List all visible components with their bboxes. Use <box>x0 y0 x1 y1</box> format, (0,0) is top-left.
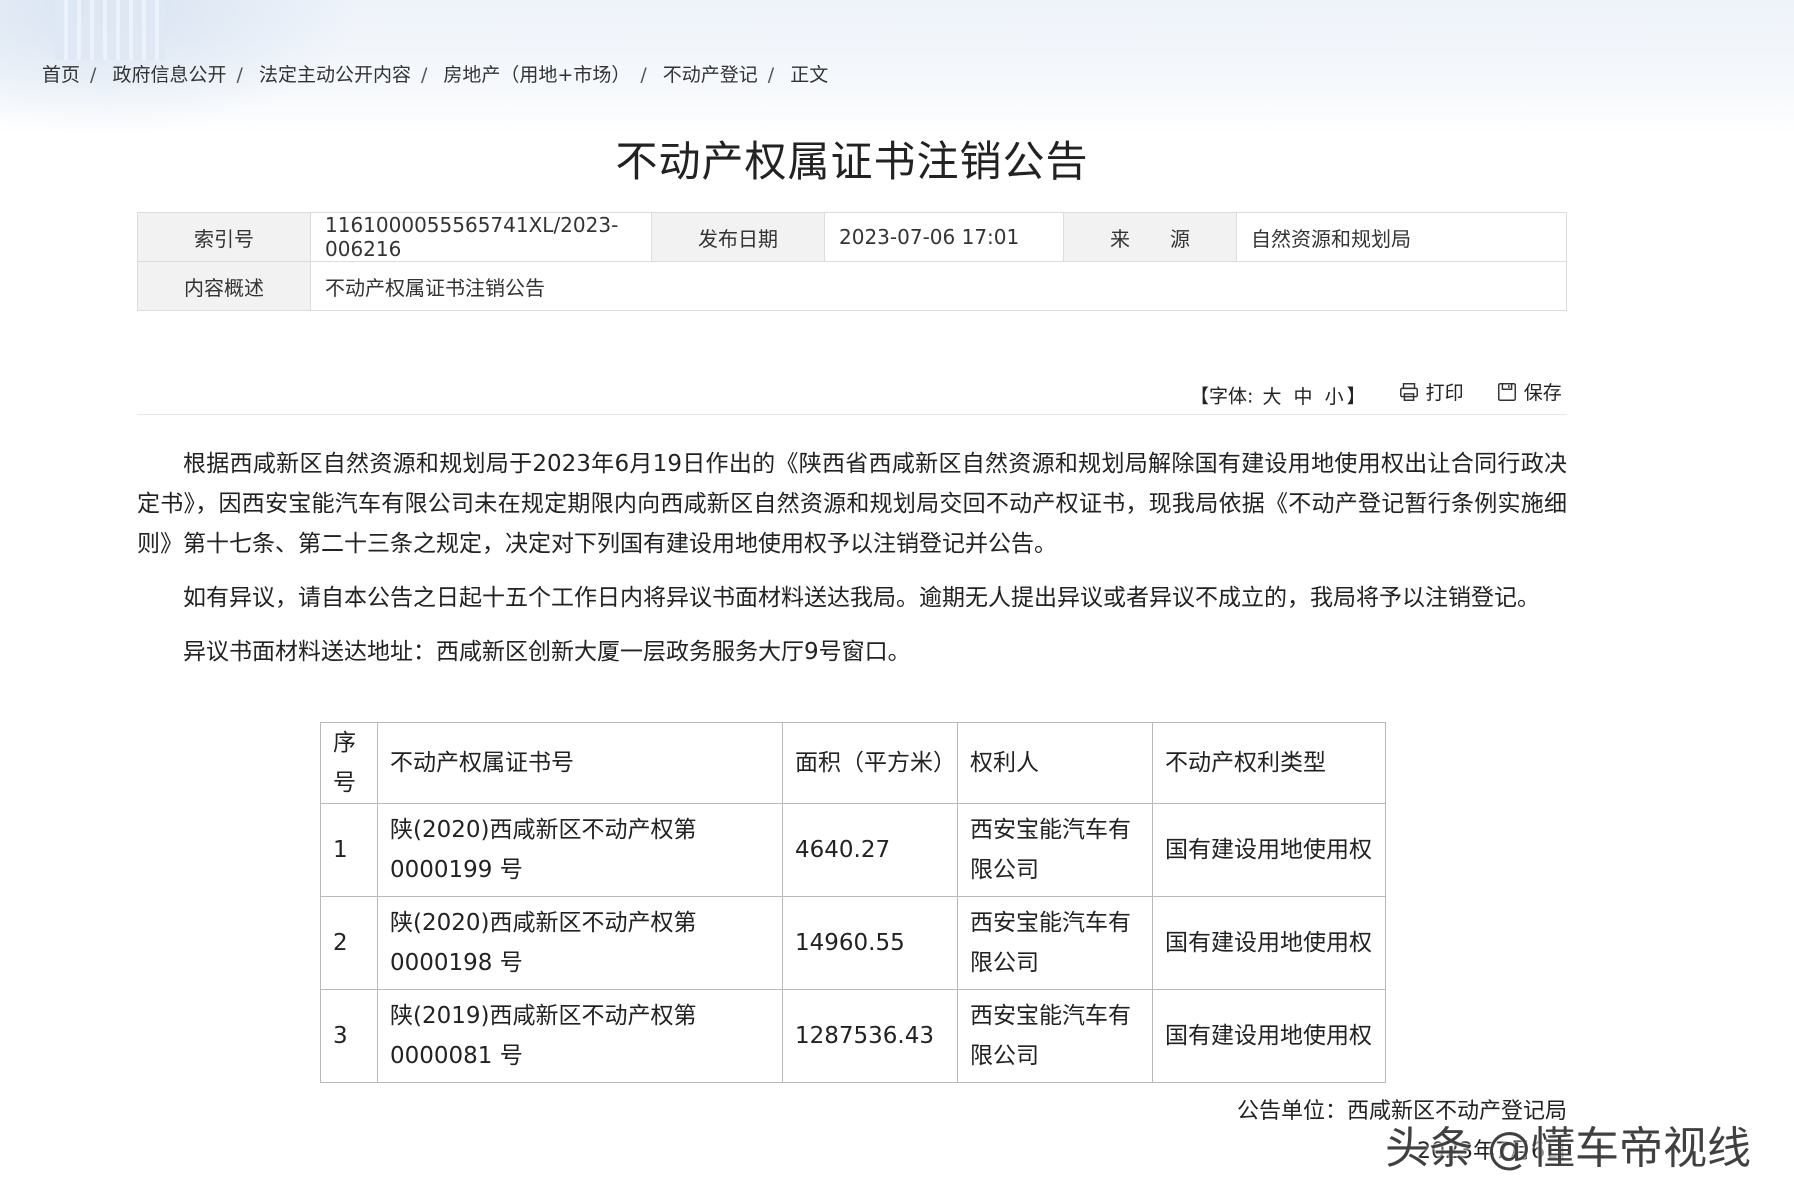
cell-seq: 2 <box>320 896 378 990</box>
summary-value: 不动产权属证书注销公告 <box>310 261 1567 311</box>
cell-owner: 西安宝能汽车有限公司 <box>957 803 1153 897</box>
breadcrumb-home[interactable]: 首页 <box>42 64 80 86</box>
cell-seq: 3 <box>320 989 378 1083</box>
cell-owner: 西安宝能汽车有限公司 <box>957 896 1153 990</box>
cell-area: 1287536.43 <box>782 989 958 1083</box>
page-title: 不动产权属证书注销公告 <box>615 137 1089 186</box>
table-row: 3 陕(2019)西咸新区不动产权第0000081 号 1287536.43 西… <box>320 989 1386 1083</box>
print-button[interactable]: 打印 <box>1398 378 1464 405</box>
cell-owner: 西安宝能汽车有限公司 <box>957 989 1153 1083</box>
summary-label: 内容概述 <box>137 261 311 311</box>
index-value: 1161000055565741XL/2023-006216 <box>310 212 652 262</box>
print-label: 打印 <box>1425 382 1464 404</box>
save-button[interactable]: 保存 <box>1496 378 1562 405</box>
source-label: 来 源 <box>1063 212 1237 262</box>
header-seq: 序号 <box>320 722 378 804</box>
table-header-row: 序号 不动产权属证书号 面积（平方米） 权利人 不动产权利类型 <box>320 722 1386 804</box>
breadcrumb-legal-content[interactable]: 法定主动公开内容 <box>259 64 411 86</box>
table-row: 1 陕(2020)西咸新区不动产权第0000199 号 4640.27 西安宝能… <box>320 803 1386 897</box>
breadcrumb-current: 正文 <box>790 64 829 86</box>
meta-row: 内容概述 不动产权属证书注销公告 <box>137 261 1567 311</box>
paragraph-objection: 如有异议，请自本公告之日起十五个工作日内将异议书面材料送达我局。逾期无人提出异议… <box>183 585 1540 611</box>
meta-table: 索引号 1161000055565741XL/2023-006216 发布日期 … <box>137 212 1567 311</box>
font-size-medium[interactable]: 中 <box>1294 386 1313 408</box>
date-label: 发布日期 <box>651 212 825 262</box>
cell-right-type: 国有建设用地使用权 <box>1152 896 1386 990</box>
breadcrumb-registration[interactable]: 不动产登记 <box>663 64 758 86</box>
header-area: 面积（平方米） <box>782 722 958 804</box>
article-body: 根据西咸新区自然资源和规划局于2023年6月19日作出的《陕西省西咸新区自然资源… <box>137 444 1567 686</box>
save-icon <box>1497 382 1516 401</box>
header-cert-no: 不动产权属证书号 <box>377 722 783 804</box>
breadcrumb-gov-info[interactable]: 政府信息公开 <box>112 64 226 86</box>
font-size-label: 【字体: <box>1190 385 1254 408</box>
date-value: 2023-07-06 17:01 <box>824 212 1064 262</box>
certificate-table: 序号 不动产权属证书号 面积（平方米） 权利人 不动产权利类型 1 陕(2020… <box>320 722 1386 1083</box>
cell-cert-no: 陕(2019)西咸新区不动产权第0000081 号 <box>377 989 783 1083</box>
font-size-large[interactable]: 大 <box>1262 386 1281 408</box>
header-right-type: 不动产权利类型 <box>1152 722 1386 804</box>
article-toolbar: 【字体: 大 中 小】 打印 保存 <box>1190 378 1562 409</box>
cell-area: 4640.27 <box>782 803 958 897</box>
cell-cert-no: 陕(2020)西咸新区不动产权第0000198 号 <box>377 896 783 990</box>
paragraph-address: 异议书面材料送达地址：西咸新区创新大厦一层政务服务大厅9号窗口。 <box>183 639 911 665</box>
paragraph-basis: 根据西咸新区自然资源和规划局于2023年6月19日作出的《陕西省西咸新区自然资源… <box>137 451 1567 557</box>
cell-area: 14960.55 <box>782 896 958 990</box>
cell-right-type: 国有建设用地使用权 <box>1152 803 1386 897</box>
font-size-close: 】 <box>1346 385 1366 408</box>
header-owner: 权利人 <box>957 722 1153 804</box>
watermark: 头条 @懂车帝视线 <box>1385 1123 1751 1174</box>
source-value: 自然资源和规划局 <box>1236 212 1567 262</box>
divider <box>137 414 1567 415</box>
meta-row: 索引号 1161000055565741XL/2023-006216 发布日期 … <box>137 212 1567 262</box>
table-row: 2 陕(2020)西咸新区不动产权第0000198 号 14960.55 西安宝… <box>320 896 1386 990</box>
breadcrumb-real-estate[interactable]: 房地产（用地+市场） <box>443 64 630 86</box>
cell-cert-no: 陕(2020)西咸新区不动产权第0000199 号 <box>377 803 783 897</box>
cell-seq: 1 <box>320 803 378 897</box>
breadcrumb: 首页 / 政府信息公开 / 法定主动公开内容 / 房地产（用地+市场） / 不动产登记 /… <box>42 64 829 86</box>
banner-building-graphic <box>55 0 165 60</box>
printer-icon <box>1399 382 1418 401</box>
font-size-small[interactable]: 小 <box>1325 386 1344 408</box>
index-label: 索引号 <box>137 212 311 262</box>
cell-right-type: 国有建设用地使用权 <box>1152 989 1386 1083</box>
save-label: 保存 <box>1523 382 1562 404</box>
